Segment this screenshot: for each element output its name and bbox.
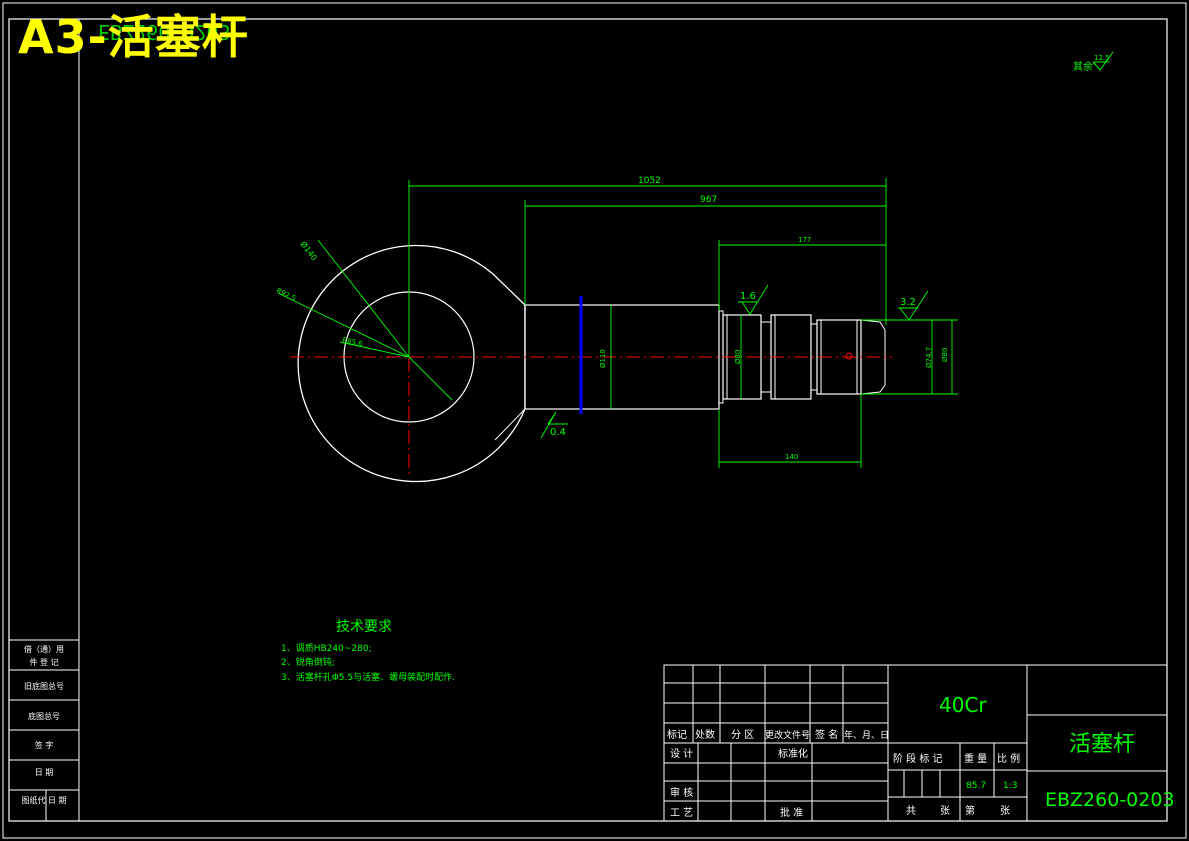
drawing-number: EBZ260-0203	[1045, 789, 1175, 811]
rev-header-zone: 分 区	[731, 729, 754, 741]
left-col-row-5: 签 字	[35, 740, 54, 750]
rev-header-count: 处数	[695, 728, 715, 741]
sheet-stamp-title: A3-活塞杆	[18, 10, 249, 64]
left-column-table	[8, 639, 80, 822]
scale-value: 1:3	[1003, 781, 1017, 791]
general-roughness-note: 其余 12.5	[1073, 51, 1114, 73]
review-label: 审 核	[670, 786, 693, 799]
rev-header-mark: 标记	[667, 729, 687, 741]
roughness-3: 0.4	[550, 427, 566, 438]
roughness-prefix: 其余	[1073, 60, 1093, 73]
dim-overall-length: 1052	[638, 176, 661, 186]
stage-label: 阶 段 标 记	[893, 752, 943, 765]
sheets-label: 张	[940, 805, 950, 817]
rod-eye-outline	[297, 244, 526, 483]
dim-end-dia: Ø80	[941, 348, 949, 362]
rev-header-docno: 更改文件号	[765, 729, 810, 741]
left-col-row-2: 件 登 记	[29, 657, 58, 667]
left-col-row-4: 底图总号	[28, 711, 60, 721]
tech-req-item-2: 2、锐角倒钝;	[281, 656, 335, 668]
dimension-layer	[277, 178, 958, 468]
roughness-1: 1.6	[740, 291, 756, 302]
tech-req-title: 技术要求	[336, 619, 392, 635]
dimension-text-layer: 1052 967 177 140 Ø140 R92.5 R85.6 Ø110 Ø…	[275, 176, 949, 461]
design-label: 设 计	[670, 747, 693, 760]
left-col-row-6: 日 期	[35, 768, 54, 777]
dim-journal-dia: Ø80	[734, 350, 742, 364]
outer-frame	[2, 2, 1187, 839]
piston-rod-drawing	[290, 238, 892, 483]
tech-req-item-1: 1、调质HB240~280;	[281, 642, 372, 654]
part-name: 活塞杆	[1069, 732, 1135, 757]
weight-label: 重 量	[964, 752, 987, 765]
rev-header-date: 年、月、日	[844, 729, 889, 741]
standardize-label: 标准化	[778, 747, 808, 760]
roughness-2: 3.2	[900, 297, 916, 308]
left-col-row-7: 图纸代 日 期	[21, 795, 66, 805]
dim-thread-zone-length: 177	[798, 236, 811, 244]
drawing-sheet: 借（通）用 件 登 记 旧底图总号 底图总号 签 字 日 期 图纸代 日 期 其…	[2, 2, 1187, 839]
left-col-row-1: 借（通）用	[24, 644, 64, 654]
weight-value: 85.7	[966, 781, 986, 791]
dim-shank-dia: Ø110	[599, 349, 607, 368]
rod-end-hole	[845, 352, 853, 360]
scale-label: 比 例	[997, 752, 1020, 765]
sheet-label: 第	[965, 804, 975, 817]
rev-header-sign: 签 名	[815, 728, 838, 741]
dim-eye-outer-dia: Ø140	[298, 239, 319, 262]
dim-shank-length: 967	[700, 195, 717, 205]
approve-label: 批 准	[780, 806, 803, 819]
process-label: 工 艺	[670, 807, 693, 819]
title-block-values: 85.7 1:3 40Cr 活塞杆 EBZ260-0203	[939, 693, 1175, 811]
dim-eye-radius-1: R92.5	[275, 287, 297, 303]
total-label: 共	[906, 805, 916, 817]
dim-thread-dia: Ø74.7	[925, 347, 933, 368]
material: 40Cr	[939, 693, 987, 717]
left-col-row-3: 旧底图总号	[24, 681, 64, 691]
tech-requirements: 技术要求 1、调质HB240~280; 2、锐角倒钝; 3、活塞杆孔Φ5.5与活…	[281, 619, 455, 683]
roughness-value: 12.5	[1094, 54, 1110, 62]
sheet-suffix: 张	[1000, 805, 1010, 817]
dim-lower-length: 140	[785, 453, 798, 461]
tech-req-item-3: 3、活塞杆孔Φ5.5与活塞、螺母装配时配作.	[281, 671, 455, 683]
inner-frame	[8, 18, 1168, 822]
